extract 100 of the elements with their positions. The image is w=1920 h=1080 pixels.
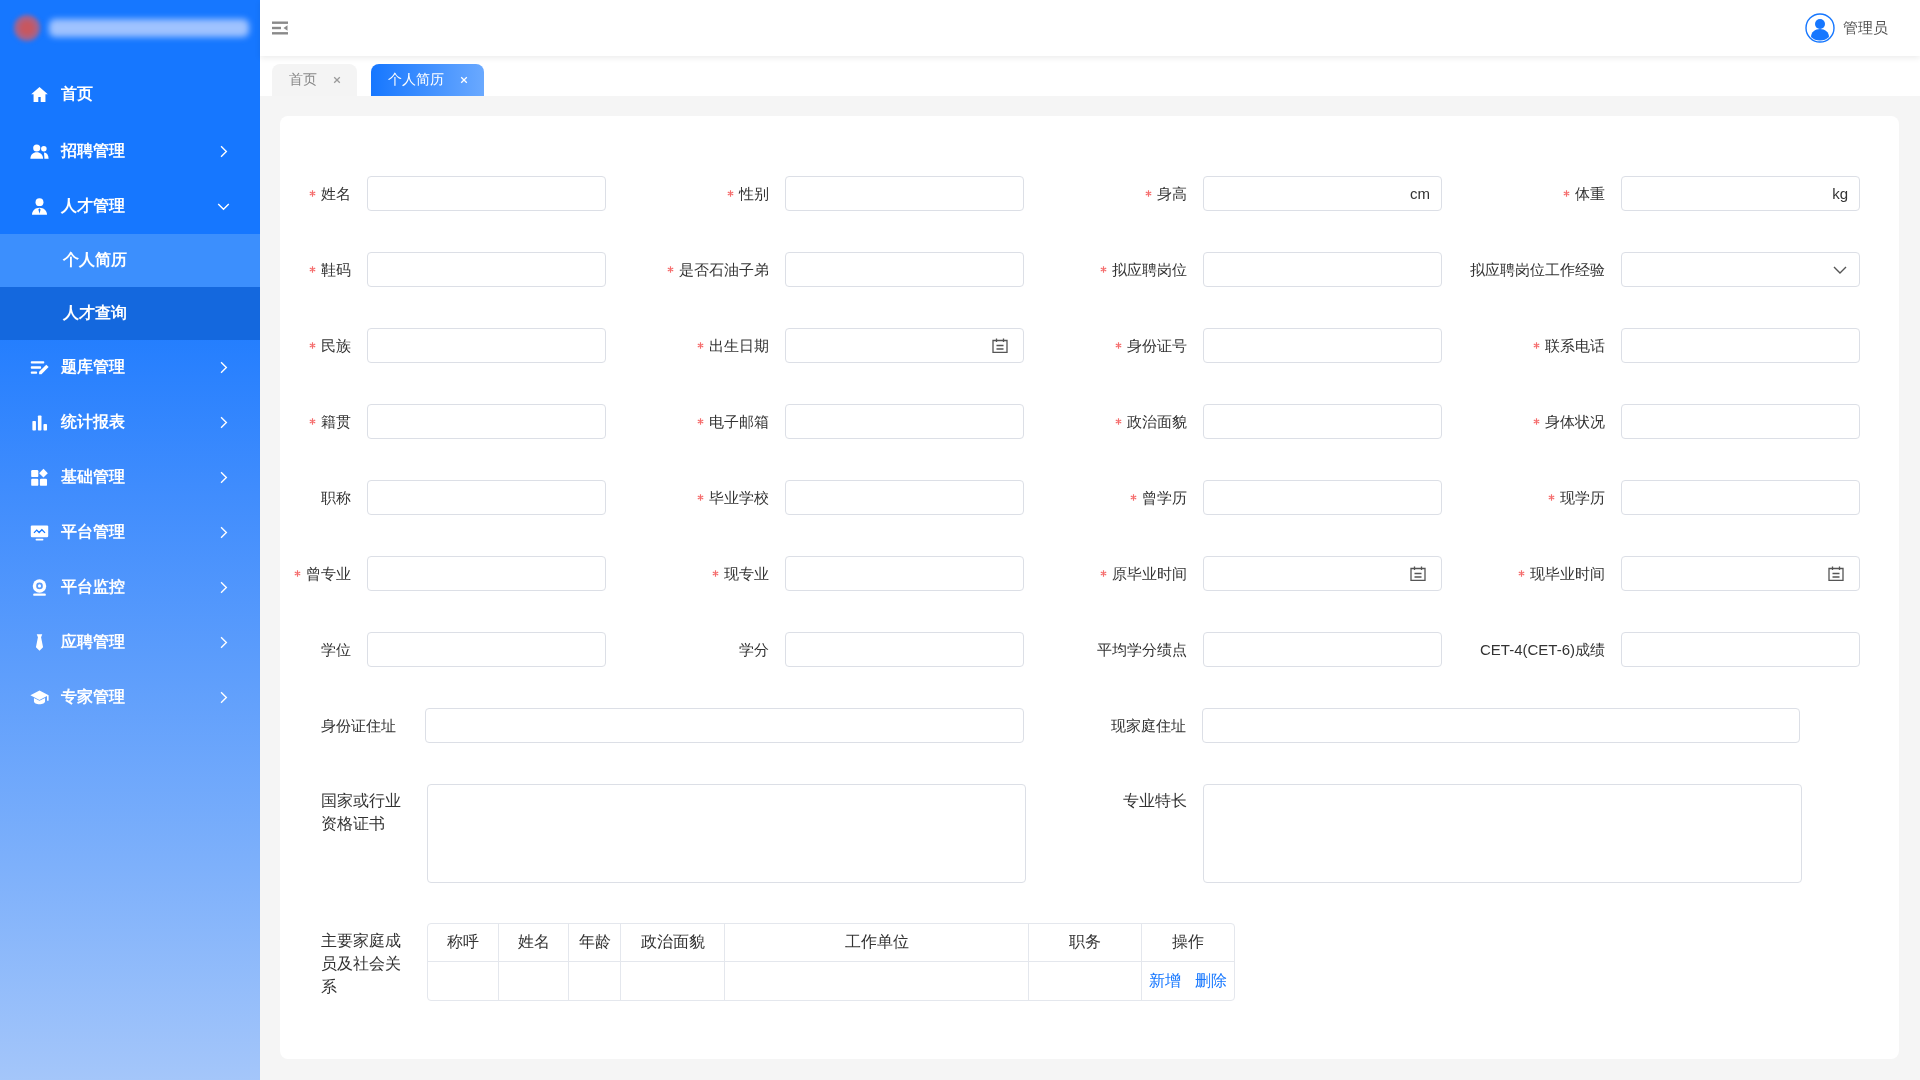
unit-suffix: kg (1832, 185, 1848, 202)
input-field[interactable] (785, 252, 1024, 287)
list-pen-icon (30, 358, 49, 377)
field-label: CET-4(CET-6)成绩 (1480, 639, 1605, 660)
field-label: 学分 (739, 639, 769, 660)
menu-item[interactable]: 题库管理 (0, 340, 260, 395)
input-field[interactable] (1202, 708, 1800, 743)
input-field[interactable] (1203, 632, 1442, 667)
field-label: 拟应聘岗位工作经验 (1470, 259, 1605, 280)
field-label: 现专业 (724, 563, 769, 584)
input-field[interactable] (367, 252, 606, 287)
action-link[interactable]: 新增 (1149, 970, 1181, 992)
column-header: 姓名 (499, 924, 569, 962)
field-label: 曾专业 (306, 563, 351, 584)
input-field[interactable] (367, 632, 606, 667)
user-name[interactable]: 管理员 (1843, 18, 1888, 38)
input-field[interactable] (785, 480, 1024, 515)
close-icon[interactable] (333, 76, 341, 84)
people-icon (30, 142, 49, 161)
input-field[interactable] (785, 176, 1024, 211)
column-header: 年龄 (569, 924, 621, 962)
field-label: 曾学历 (1142, 487, 1187, 508)
column-header: 政治面貌 (621, 924, 725, 962)
field-label: 现毕业时间 (1530, 563, 1605, 584)
page-tab[interactable]: 首页 (272, 64, 357, 96)
field-label: 鞋码 (321, 259, 351, 280)
field-label: 民族 (321, 335, 351, 356)
field-label: 国家或行业资格证书 (321, 791, 402, 834)
field-label: 身份证号 (1127, 335, 1187, 356)
input-field[interactable] (367, 176, 606, 211)
logo-icon (13, 14, 41, 42)
field-label: 身体状况 (1545, 411, 1605, 432)
menu-item[interactable]: 人才管理 (0, 179, 260, 234)
textarea-field[interactable] (427, 784, 1026, 883)
person-icon (30, 197, 49, 216)
field-label: 职称 (321, 487, 351, 508)
page-tab[interactable]: 个人简历 (371, 64, 484, 96)
date-field[interactable] (1203, 556, 1442, 591)
menu-item[interactable]: 平台监控 (0, 560, 260, 615)
home-icon (30, 84, 49, 104)
input-field[interactable] (367, 556, 606, 591)
calendar-icon (1410, 566, 1426, 581)
submenu-item[interactable]: 个人简历 (0, 234, 260, 287)
menu-fold-icon[interactable] (272, 21, 288, 35)
unit-suffix: cm (1410, 185, 1430, 202)
field-label: 原毕业时间 (1112, 563, 1187, 584)
field-label: 身份证住址 (321, 715, 396, 736)
field-label: 学位 (321, 639, 351, 660)
column-header: 职务 (1029, 924, 1142, 962)
input-field[interactable]: cm (1203, 176, 1442, 211)
input-field[interactable] (1203, 480, 1442, 515)
field-label: 拟应聘岗位 (1112, 259, 1187, 280)
field-label: 政治面貌 (1127, 411, 1187, 432)
input-field[interactable] (1621, 480, 1860, 515)
input-field[interactable] (1203, 404, 1442, 439)
menu-item[interactable]: 专家管理 (0, 670, 260, 725)
menu-item[interactable]: 首页 (0, 64, 260, 124)
input-field[interactable] (785, 404, 1024, 439)
input-field[interactable] (425, 708, 1024, 743)
column-header: 称呼 (428, 924, 499, 962)
calendar-icon (1828, 566, 1844, 581)
input-field[interactable] (1621, 632, 1860, 667)
column-header: 工作单位 (725, 924, 1029, 962)
field-label: 现家庭住址 (1111, 715, 1186, 736)
menu-item[interactable]: 平台管理 (0, 505, 260, 560)
field-label: 身高 (1157, 183, 1187, 204)
field-label: 毕业学校 (709, 487, 769, 508)
field-label: 现学历 (1560, 487, 1605, 508)
input-field[interactable] (367, 328, 606, 363)
calendar-icon (992, 338, 1008, 353)
tiles-icon (30, 468, 49, 487)
monitor-icon (30, 523, 49, 542)
action-link[interactable]: 删除 (1195, 970, 1227, 992)
input-field[interactable] (785, 632, 1024, 667)
field-label: 主要家庭成员及社会关系 (321, 931, 402, 997)
menu-item[interactable]: 统计报表 (0, 395, 260, 450)
input-field[interactable] (785, 556, 1024, 591)
date-field[interactable] (1621, 556, 1860, 591)
input-field[interactable] (1203, 328, 1442, 363)
input-field[interactable] (1621, 404, 1860, 439)
input-field[interactable]: kg (1621, 176, 1860, 211)
graduation-cap-icon (30, 688, 49, 707)
field-label: 专业特长 (1123, 791, 1187, 811)
webcam-icon (30, 578, 49, 597)
field-label: 平均学分绩点 (1097, 639, 1187, 660)
menu-item[interactable]: 招聘管理 (0, 124, 260, 179)
input-field[interactable] (367, 480, 606, 515)
input-field[interactable] (1621, 328, 1860, 363)
submenu-item[interactable]: 人才查询 (0, 287, 260, 340)
user-avatar-icon[interactable] (1805, 13, 1835, 43)
menu-item[interactable]: 基础管理 (0, 450, 260, 505)
input-field[interactable] (1203, 252, 1442, 287)
menu-item[interactable]: 应聘管理 (0, 615, 260, 670)
textarea-field[interactable] (1203, 784, 1802, 883)
select-field[interactable] (1621, 252, 1860, 287)
chevron-down-icon (1833, 265, 1847, 274)
date-field[interactable] (785, 328, 1024, 363)
field-label: 姓名 (321, 183, 351, 204)
input-field[interactable] (367, 404, 606, 439)
field-label: 体重 (1575, 183, 1605, 204)
